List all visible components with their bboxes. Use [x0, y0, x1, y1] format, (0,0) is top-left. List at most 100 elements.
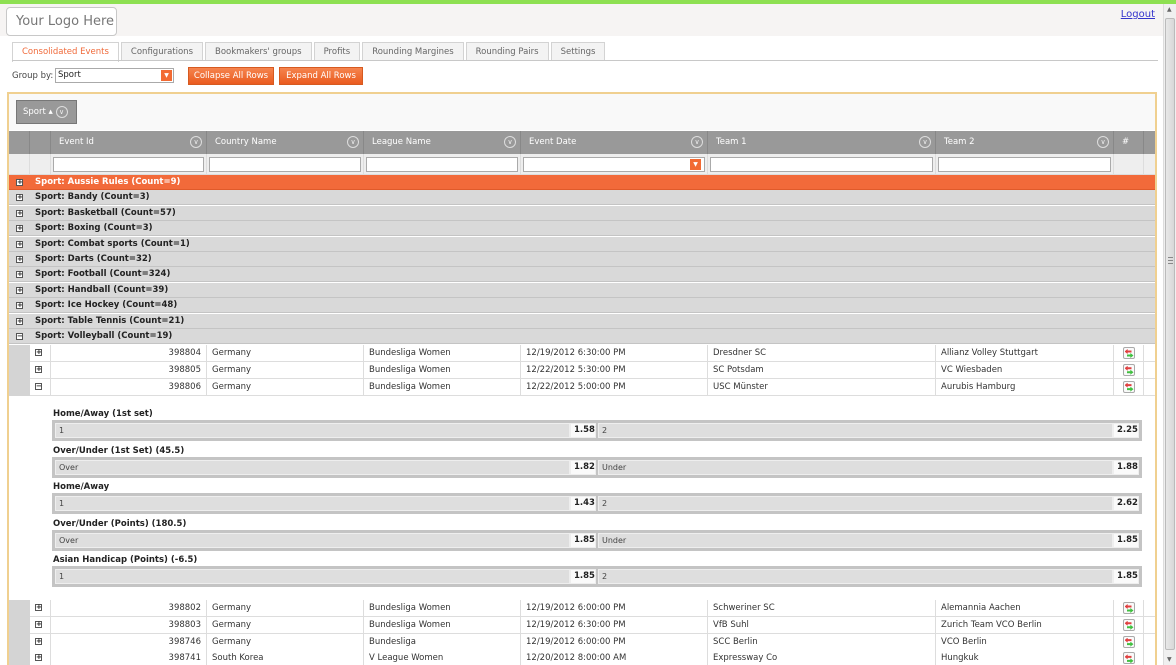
- outcome-label[interactable]: 1: [55, 569, 570, 584]
- swap-teams-icon[interactable]: [1122, 602, 1135, 614]
- outcome-label[interactable]: 1: [55, 423, 570, 438]
- group-row[interactable]: + Sport: Handball (Count=39): [9, 282, 1155, 298]
- group-by-select[interactable]: Sport ▼: [55, 68, 174, 83]
- chevron-down-icon[interactable]: ∨: [55, 105, 68, 118]
- expand-icon[interactable]: +: [16, 317, 23, 325]
- expand-icon[interactable]: +: [16, 302, 23, 310]
- chevron-down-icon[interactable]: ▼: [161, 70, 172, 81]
- group-row[interactable]: + Sport: Aussie Rules (Count=9): [9, 175, 1155, 190]
- group-row[interactable]: + Sport: Basketball (Count=57): [9, 205, 1155, 221]
- filter-input-event-id[interactable]: [53, 157, 204, 172]
- odds-value[interactable]: 2.62: [1113, 496, 1139, 511]
- filter-input-event-date[interactable]: [523, 157, 705, 172]
- outcome-label[interactable]: Over: [55, 532, 570, 548]
- table-row[interactable]: +398802 Germany Bundesliga Women 12/19/2012…: [9, 600, 1155, 617]
- odds-value[interactable]: 1.85: [570, 569, 596, 584]
- column-header-event-id[interactable]: Event Id ∨: [51, 131, 207, 154]
- expand-icon[interactable]: +: [35, 604, 42, 611]
- group-row[interactable]: + Sport: Combat sports (Count=1): [9, 236, 1155, 252]
- collapse-all-rows-button[interactable]: Collapse All Rows: [188, 67, 274, 85]
- tab-bookmakers-groups[interactable]: Bookmakers' groups: [205, 42, 312, 61]
- outcome-label[interactable]: Under: [598, 532, 1113, 548]
- tab-configurations[interactable]: Configurations: [120, 42, 203, 61]
- logout-link[interactable]: Logout: [1121, 9, 1155, 20]
- column-menu-icon[interactable]: ∨: [504, 136, 516, 148]
- expand-icon[interactable]: +: [35, 637, 42, 645]
- group-row[interactable]: + Sport: Bandy (Count=3): [9, 190, 1155, 206]
- expand-icon[interactable]: +: [16, 225, 23, 233]
- scroll-down-arrow-icon[interactable]: ▼: [1167, 656, 1172, 663]
- filter-input-league-name[interactable]: [366, 157, 518, 172]
- scrollbar-thumb[interactable]: [1165, 18, 1175, 650]
- collapse-icon[interactable]: −: [16, 333, 23, 340]
- filter-input-team-2[interactable]: [938, 157, 1111, 172]
- tab-profits[interactable]: Profits: [313, 42, 361, 61]
- odds-value[interactable]: 1.82: [570, 459, 596, 475]
- table-row[interactable]: +398805 Germany Bundesliga Women 12/22/2012…: [9, 361, 1155, 379]
- expand-icon[interactable]: +: [35, 349, 42, 356]
- group-row[interactable]: + Sport: Boxing (Count=3): [9, 221, 1155, 237]
- column-menu-icon[interactable]: ∨: [1097, 136, 1109, 148]
- group-row[interactable]: + Sport: Football (Count=324): [9, 267, 1155, 283]
- tab-rounding-pairs[interactable]: Rounding Pairs: [465, 42, 549, 61]
- outcome-label[interactable]: 2: [598, 423, 1113, 438]
- expand-icon[interactable]: +: [35, 620, 42, 628]
- group-row[interactable]: − Sport: Volleyball (Count=19): [9, 329, 1155, 344]
- expand-icon[interactable]: +: [35, 365, 42, 373]
- swap-teams-icon[interactable]: [1122, 635, 1135, 648]
- column-header-hash[interactable]: #: [1114, 131, 1144, 154]
- tab-settings[interactable]: Settings: [550, 42, 606, 61]
- column-header-event-date[interactable]: Event Date ∨: [521, 131, 708, 154]
- expand-icon[interactable]: +: [16, 286, 23, 294]
- column-menu-icon[interactable]: ∨: [919, 136, 931, 148]
- column-header-team-1[interactable]: Team 1 ∨: [708, 131, 936, 154]
- swap-teams-icon[interactable]: [1122, 618, 1135, 631]
- table-row[interactable]: +398803 Germany Bundesliga Women 12/19/2012…: [9, 616, 1155, 634]
- column-header-league-name[interactable]: League Name ∨: [364, 131, 521, 154]
- tab-rounding-margines[interactable]: Rounding Margines: [362, 42, 464, 61]
- outcome-label[interactable]: 2: [598, 569, 1113, 584]
- odds-value[interactable]: 1.85: [1113, 569, 1139, 584]
- table-row[interactable]: +398741 South Korea V League Women 12/20/20…: [9, 650, 1155, 665]
- swap-teams-icon[interactable]: [1122, 380, 1135, 393]
- odds-value[interactable]: 1.85: [1113, 532, 1139, 548]
- collapse-icon[interactable]: −: [35, 382, 42, 390]
- filter-input-country-name[interactable]: [209, 157, 361, 172]
- expand-icon[interactable]: +: [16, 209, 23, 217]
- table-row[interactable]: − 398806 Germany Bundesliga Women 12/22/2012…: [9, 378, 1155, 396]
- expand-icon[interactable]: +: [16, 240, 23, 248]
- odds-value[interactable]: 1.88: [1113, 459, 1139, 475]
- column-header-country-name[interactable]: Country Name ∨: [207, 131, 364, 154]
- swap-teams-icon[interactable]: [1122, 347, 1135, 359]
- outcome-label[interactable]: 2: [598, 496, 1113, 511]
- column-menu-icon[interactable]: ∨: [347, 136, 359, 148]
- group-row[interactable]: + Sport: Ice Hockey (Count=48): [9, 298, 1155, 314]
- swap-teams-icon[interactable]: [1122, 652, 1135, 665]
- odds-value[interactable]: 1.58: [570, 423, 596, 438]
- odds-value[interactable]: 1.43: [570, 496, 596, 511]
- filter-input-team-1[interactable]: [710, 157, 933, 172]
- date-picker-icon[interactable]: ▼: [690, 159, 701, 170]
- expand-all-rows-button[interactable]: Expand All Rows: [279, 67, 363, 85]
- swap-teams-icon[interactable]: [1122, 363, 1135, 376]
- column-header-team-2[interactable]: Team 2 ∨: [936, 131, 1114, 154]
- column-menu-icon[interactable]: ∨: [190, 136, 202, 148]
- group-row[interactable]: + Sport: Darts (Count=32): [9, 252, 1155, 267]
- outcome-label[interactable]: Under: [598, 459, 1113, 475]
- group-chip-sport[interactable]: Sport ▴ ∨: [16, 100, 77, 124]
- expand-icon[interactable]: +: [16, 271, 23, 279]
- expand-icon[interactable]: +: [16, 179, 23, 186]
- outcome-label[interactable]: 1: [55, 496, 570, 511]
- column-menu-icon[interactable]: ∨: [691, 136, 703, 148]
- group-row[interactable]: + Sport: Table Tennis (Count=21): [9, 313, 1155, 329]
- tab-consolidated-events[interactable]: Consolidated Events: [12, 42, 119, 62]
- expand-icon[interactable]: +: [16, 194, 23, 202]
- odds-value[interactable]: 2.25: [1113, 423, 1139, 438]
- expand-icon[interactable]: +: [35, 654, 42, 662]
- table-row[interactable]: +398746 Germany Bundesliga 12/19/2012 6:00:…: [9, 633, 1155, 651]
- odds-value[interactable]: 1.85: [570, 532, 596, 548]
- table-row[interactable]: +398804 Germany Bundesliga Women 12/19/2012…: [9, 345, 1155, 362]
- expand-icon[interactable]: +: [16, 256, 23, 263]
- vertical-scrollbar[interactable]: ▲ ▼: [1163, 4, 1176, 665]
- outcome-label[interactable]: Over: [55, 459, 570, 475]
